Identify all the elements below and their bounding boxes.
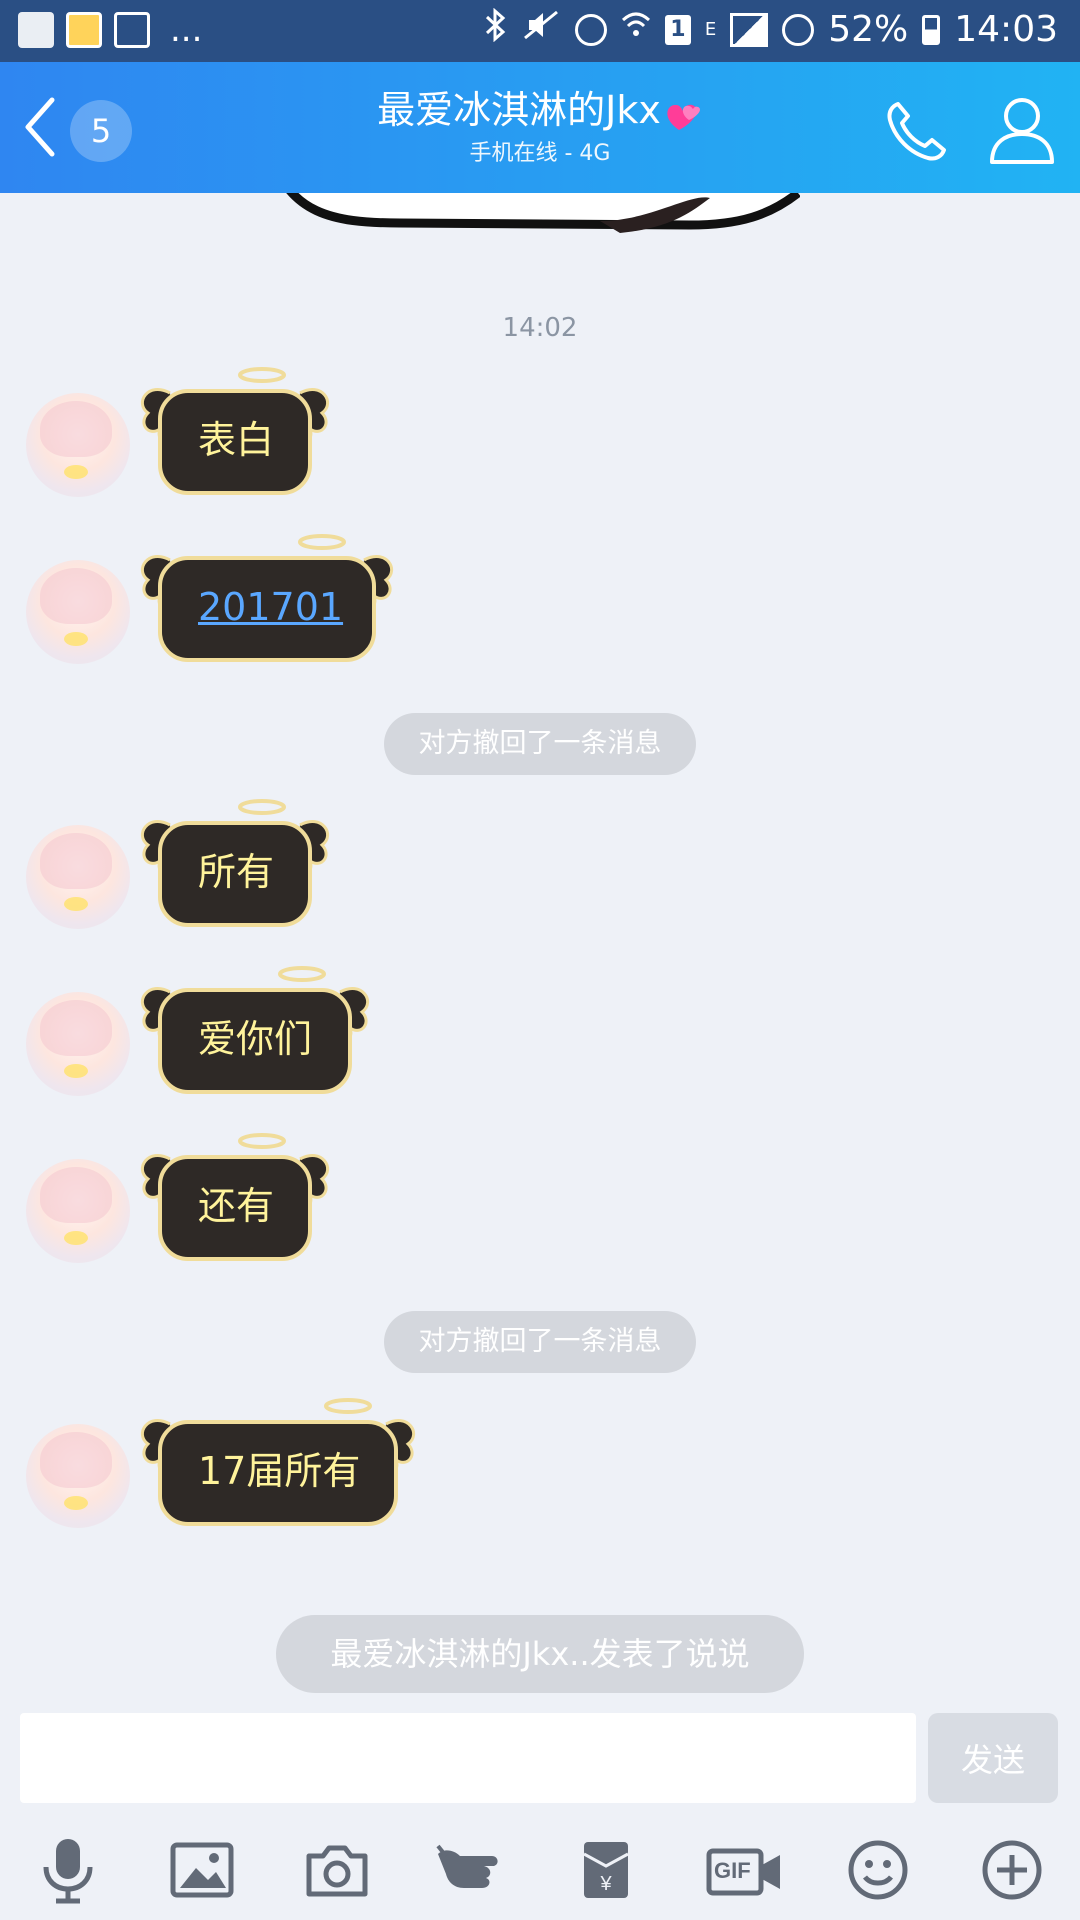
wifi-icon [621, 8, 651, 51]
message-text: 还有 [198, 1184, 275, 1228]
message-row: 表白 [0, 365, 1080, 497]
red-packet-button[interactable]: ¥ [566, 1832, 646, 1912]
recall-notice: 对方撤回了一条消息 [384, 713, 696, 775]
camera-icon [305, 1842, 369, 1902]
battery-icon [922, 14, 941, 45]
unread-count-badge: 5 [70, 100, 132, 162]
svg-text:¥: ¥ [599, 1873, 612, 1895]
message-row: 所有 [0, 797, 1080, 929]
contact-avatar[interactable] [26, 560, 130, 664]
message-row: 爱你们 [0, 964, 1080, 1096]
contact-avatar[interactable] [26, 1159, 130, 1263]
image-notification-icon [114, 12, 150, 48]
photo-button[interactable] [162, 1832, 242, 1912]
plus-icon [981, 1839, 1043, 1905]
contact-avatar[interactable] [26, 1424, 130, 1528]
emoji-icon [847, 1839, 909, 1905]
call-button[interactable] [880, 96, 952, 168]
status-post-notification[interactable]: 最爱冰淇淋的Jkx..发表了说说 [276, 1615, 804, 1693]
chat-header: 5 最爱冰淇淋的Jkx 手机在线 - 4G [0, 62, 1080, 193]
message-composer: 发送 [0, 1713, 1080, 1820]
more-button[interactable] [972, 1832, 1052, 1912]
red-packet-icon: ¥ [580, 1838, 632, 1906]
battery-percent: 52% [828, 9, 909, 50]
message-row: 还有 [0, 1131, 1080, 1263]
chat-bubble[interactable]: 爱你们 [140, 964, 370, 1100]
voice-button[interactable] [28, 1832, 108, 1912]
chat-bubble[interactable]: 所有 [140, 797, 330, 933]
alarm-icon [574, 13, 607, 46]
chat-bubble[interactable]: 还有 [140, 1131, 330, 1267]
recall-notice: 对方撤回了一条消息 [384, 1311, 696, 1373]
contact-avatar[interactable] [26, 825, 130, 929]
chat-bubble[interactable]: 表白 [140, 365, 330, 501]
composer-toolbar: ¥ GIF [0, 1820, 1080, 1920]
chat-bubble[interactable]: 17届所有 [140, 1396, 416, 1532]
contact-icon [986, 98, 1058, 172]
back-button[interactable]: 5 [22, 92, 142, 162]
clock: 14:03 [954, 9, 1058, 50]
mute-vibrate-icon [521, 8, 561, 51]
message-text: 所有 [198, 850, 275, 894]
send-button[interactable]: 发送 [928, 1713, 1058, 1803]
title-line: 最爱冰淇淋的Jkx [240, 86, 840, 138]
gif-video-icon: GIF [706, 1847, 784, 1897]
gif-button[interactable]: GIF [700, 1832, 790, 1912]
chat-messages[interactable]: 14:02 表白 201701 对方撤回了一条消息 所有 爱你们 还有 对方撤回… [0, 193, 1080, 1713]
message-row: 17届所有 [0, 1396, 1080, 1528]
network-type-label: E [704, 19, 717, 40]
contact-avatar[interactable] [26, 393, 130, 497]
camera-button[interactable] [297, 1832, 377, 1912]
do-not-disturb-icon [782, 13, 815, 46]
signal-icon [730, 12, 769, 47]
chat-bubble[interactable]: 201701 [140, 532, 394, 668]
message-row: 201701 [0, 532, 1080, 664]
message-link-text[interactable]: 201701 [198, 577, 343, 637]
profile-button[interactable] [986, 92, 1058, 168]
bluetooth-icon [485, 7, 507, 51]
qq-notification-icon [66, 12, 102, 48]
emoji-button[interactable] [838, 1832, 918, 1912]
poke-button[interactable] [432, 1832, 512, 1912]
notification-icons: ... [18, 12, 202, 48]
contact-avatar[interactable] [26, 992, 130, 1096]
poke-icon [434, 1842, 510, 1902]
image-icon [170, 1842, 234, 1902]
message-input[interactable] [20, 1713, 916, 1803]
gif-label: GIF [714, 1858, 751, 1883]
more-notifications-indicator: ... [170, 10, 203, 50]
microphone-icon [38, 1835, 98, 1909]
heart-emoji-icon [665, 100, 703, 138]
chat-title: 最爱冰淇淋的Jkx [377, 88, 661, 132]
message-text: 表白 [198, 418, 275, 462]
status-bar: ... 1 E 52% 14:03 [0, 0, 1080, 62]
system-status: 1 E 52% 14:03 [485, 7, 1058, 51]
message-text: 17届所有 [198, 1449, 361, 1493]
online-status: 手机在线 - 4G [469, 140, 611, 166]
message-text: 爱你们 [198, 1017, 313, 1061]
storage-notification-icon [18, 12, 54, 48]
phone-icon [880, 102, 952, 172]
sim-slot-icon: 1 [664, 14, 691, 45]
message-timestamp: 14:02 [502, 313, 578, 343]
chat-title-area[interactable]: 最爱冰淇淋的Jkx 手机在线 - 4G [240, 86, 840, 170]
sticker-image-partial[interactable] [270, 193, 801, 243]
